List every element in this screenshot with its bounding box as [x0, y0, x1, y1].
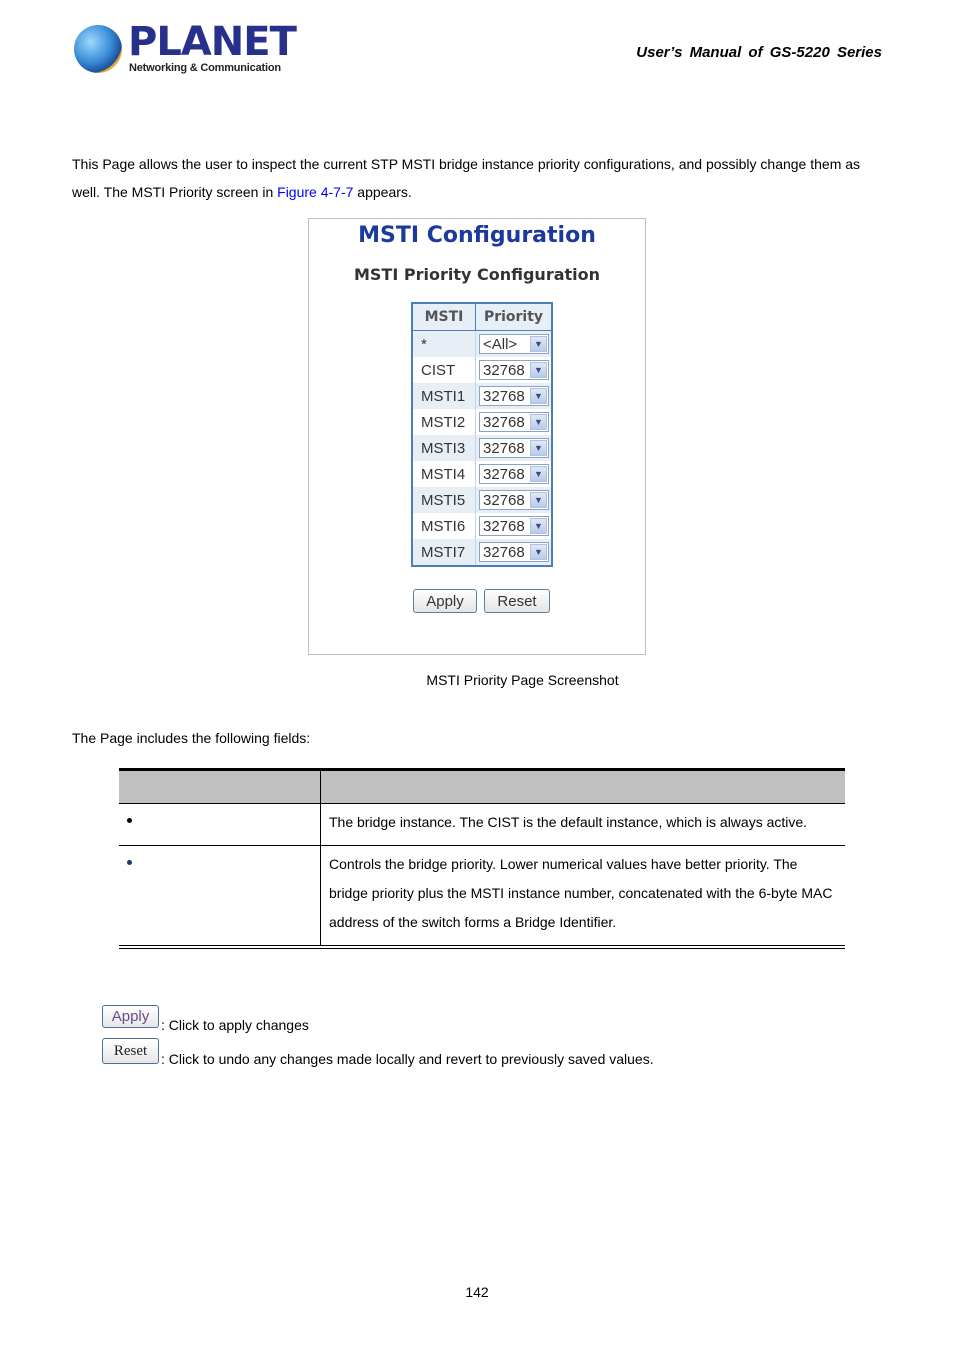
- msti-row: CIST 32768 ▼: [412, 357, 552, 383]
- apply-description: : Click to apply changes: [161, 1017, 309, 1033]
- intro-line-2-pre: well. The MSTI Priority screen in: [72, 184, 278, 200]
- msti-row: MSTI7 32768 ▼: [412, 539, 552, 566]
- priority-value: 32768: [483, 413, 525, 431]
- bullet-icon: [127, 818, 132, 823]
- field-object-cell: [119, 845, 321, 949]
- priority-value: 32768: [483, 543, 525, 561]
- msti-name: MSTI5: [412, 487, 476, 513]
- intro-line-1: This Page allows the user to inspect the…: [72, 156, 861, 172]
- priority-value: 32768: [483, 361, 525, 379]
- column-header-priority: Priority: [475, 302, 553, 331]
- field-object-cell: [119, 803, 321, 846]
- chevron-down-icon[interactable]: ▼: [530, 492, 547, 508]
- logo-brand: PLANET: [128, 19, 297, 65]
- msti-name: MSTI7: [412, 539, 476, 566]
- column-header-msti: MSTI: [411, 302, 476, 331]
- priority-select[interactable]: 32768 ▼: [479, 438, 549, 458]
- msti-row: MSTI2 32768 ▼: [412, 409, 552, 435]
- bullet-icon: [127, 860, 132, 865]
- figure-link[interactable]: Figure 4-7-7: [277, 184, 353, 200]
- priority-select[interactable]: 32768 ▼: [479, 490, 549, 510]
- apply-button[interactable]: Apply: [413, 589, 477, 613]
- page-number: 142: [465, 1284, 489, 1300]
- table-row: Controls the bridge priority. Lower nume…: [119, 845, 845, 949]
- chevron-down-icon[interactable]: ▼: [530, 362, 547, 378]
- reset-button[interactable]: Reset: [484, 589, 550, 613]
- priority-select[interactable]: 32768 ▼: [479, 386, 549, 406]
- priority-value: <All>: [483, 335, 518, 353]
- logo-tagline: Networking & Communication: [129, 62, 281, 74]
- chevron-down-icon[interactable]: ▼: [530, 466, 547, 482]
- chevron-down-icon[interactable]: ▼: [530, 388, 547, 404]
- priority-select[interactable]: 32768 ▼: [479, 516, 549, 536]
- reset-button-illustration: Reset: [102, 1038, 159, 1064]
- msti-name: MSTI1: [412, 383, 476, 409]
- msti-row: MSTI1 32768 ▼: [412, 383, 552, 409]
- msti-priority-subtitle: MSTI Priority Configuration: [353, 265, 601, 284]
- fields-table: The bridge instance. The CIST is the def…: [119, 768, 845, 949]
- intro-paragraph: This Page allows the user to inspect the…: [72, 150, 887, 206]
- table-row: The bridge instance. The CIST is the def…: [119, 803, 845, 846]
- msti-name: MSTI6: [412, 513, 476, 539]
- msti-row: MSTI5 32768 ▼: [412, 487, 552, 513]
- fields-intro: The Page includes the following fields:: [72, 730, 311, 746]
- msti-row: * <All> ▼: [412, 330, 552, 357]
- priority-select[interactable]: 32768 ▼: [479, 464, 549, 484]
- msti-name: *: [412, 330, 476, 357]
- msti-row: MSTI3 32768 ▼: [412, 435, 552, 461]
- chevron-down-icon[interactable]: ▼: [530, 414, 547, 430]
- field-description: Controls the bridge priority. Lower nume…: [320, 845, 845, 949]
- manual-title: User’s Manual of GS-5220 Series: [636, 44, 882, 61]
- planet-logo: PLANET Networking & Communication: [72, 20, 297, 78]
- msti-row: MSTI6 32768 ▼: [412, 513, 552, 539]
- reset-description: : Click to undo any changes made locally…: [161, 1051, 654, 1067]
- msti-name: MSTI3: [412, 435, 476, 461]
- priority-value: 32768: [483, 517, 525, 535]
- priority-select[interactable]: 32768 ▼: [479, 412, 549, 432]
- fields-header-object: [119, 768, 321, 804]
- chevron-down-icon[interactable]: ▼: [530, 518, 547, 534]
- priority-value: 32768: [483, 387, 525, 405]
- msti-priority-table: MSTI Priority * <All> ▼ CIST 32768 ▼ MSTI1 3276…: [411, 302, 553, 567]
- msti-name: CIST: [412, 357, 476, 383]
- priority-select[interactable]: <All> ▼: [479, 334, 549, 354]
- msti-row: MSTI4 32768 ▼: [412, 461, 552, 487]
- fields-header-description: [320, 768, 845, 804]
- priority-value: 32768: [483, 491, 525, 509]
- intro-line-2-post: appears.: [353, 184, 412, 200]
- planet-globe-icon: [74, 25, 122, 73]
- msti-name: MSTI2: [412, 409, 476, 435]
- chevron-down-icon[interactable]: ▼: [530, 440, 547, 456]
- chevron-down-icon[interactable]: ▼: [530, 336, 547, 352]
- figure-caption: MSTI Priority Page Screenshot: [426, 672, 619, 688]
- msti-screenshot: MSTI Configuration MSTI Priority Configu…: [308, 218, 646, 655]
- priority-value: 32768: [483, 439, 525, 457]
- priority-select[interactable]: 32768 ▼: [479, 360, 549, 380]
- msti-name: MSTI4: [412, 461, 476, 487]
- priority-select[interactable]: 32768 ▼: [479, 542, 549, 562]
- apply-button-illustration: Apply: [102, 1005, 159, 1028]
- priority-value: 32768: [483, 465, 525, 483]
- field-description: The bridge instance. The CIST is the def…: [320, 803, 845, 846]
- chevron-down-icon[interactable]: ▼: [530, 544, 547, 560]
- msti-config-title: MSTI Configuration: [358, 223, 596, 248]
